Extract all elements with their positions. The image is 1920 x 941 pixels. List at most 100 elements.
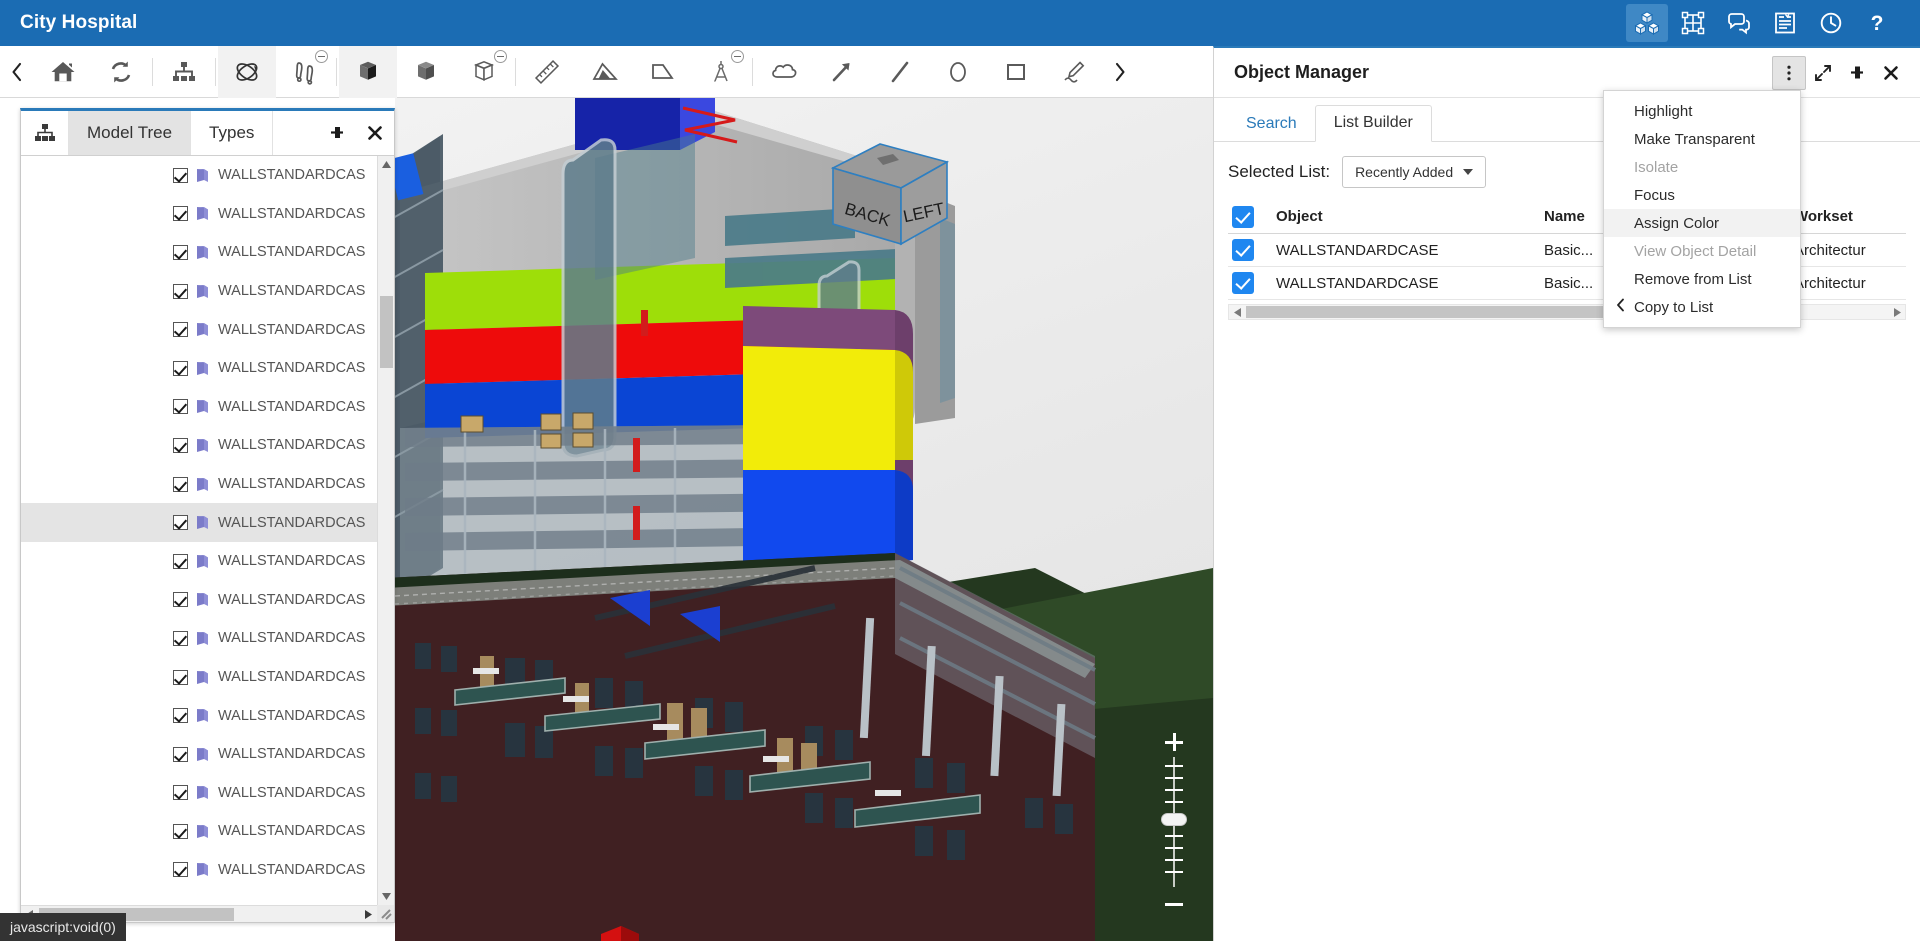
selected-list-dropdown[interactable]: Recently Added — [1342, 156, 1487, 188]
markup-selection-icon[interactable] — [1672, 4, 1714, 42]
tree-item-checkbox[interactable] — [173, 862, 188, 878]
zoom-out-icon[interactable] — [1165, 895, 1183, 913]
tree-item[interactable]: WALLSTANDARDCAS — [21, 388, 377, 427]
cloud-markup-icon[interactable] — [755, 46, 813, 98]
tree-item[interactable]: WALLSTANDARDCAS — [21, 195, 377, 234]
tree-item-checkbox[interactable] — [173, 167, 188, 183]
tree-item-checkbox[interactable] — [173, 708, 188, 724]
kebab-menu-icon[interactable] — [1772, 55, 1806, 90]
tree-item-checkbox[interactable] — [173, 592, 188, 608]
menu-item-focus[interactable]: Focus — [1604, 181, 1800, 209]
tree-item[interactable]: WALLSTANDARDCAS — [21, 735, 377, 774]
tree-item-checkbox[interactable] — [173, 322, 188, 338]
tree-item[interactable]: WALLSTANDARDCAS — [21, 542, 377, 581]
row-checkbox[interactable] — [1232, 272, 1254, 294]
tree-item-checkbox[interactable] — [173, 823, 188, 839]
expand-diagonal-icon[interactable] — [1806, 56, 1840, 90]
tab-list-builder[interactable]: List Builder — [1314, 105, 1432, 142]
tree-item-checkbox[interactable] — [173, 785, 188, 801]
arrow-markup-icon[interactable] — [813, 46, 871, 98]
help-question-icon[interactable]: ? — [1856, 4, 1898, 42]
rectangle-markup-icon[interactable] — [987, 46, 1045, 98]
measure-ruler-icon[interactable] — [518, 46, 576, 98]
tree-item-checkbox[interactable] — [173, 669, 188, 685]
scroll-right-icon[interactable] — [360, 906, 377, 922]
scroll-right-icon[interactable] — [1889, 305, 1905, 319]
menu-item-copy-to-list[interactable]: Copy to List — [1604, 293, 1800, 321]
tree-item[interactable]: WALLSTANDARDCAS — [21, 156, 377, 195]
tree-item[interactable]: WALLSTANDARDCAS — [21, 696, 377, 735]
table-row[interactable]: WALLSTANDARDCASE Basic... ... Architectu… — [1228, 267, 1906, 300]
tree-item[interactable]: WALLSTANDARDCAS — [21, 619, 377, 658]
scroll-left-icon[interactable] — [1229, 305, 1245, 319]
menu-item-remove-from-list[interactable]: Remove from List — [1604, 265, 1800, 293]
model-tree-icon[interactable] — [155, 46, 213, 98]
tree-item[interactable]: WALLSTANDARDCAS — [21, 812, 377, 851]
tree-item[interactable]: WALLSTANDARDCAS — [21, 233, 377, 272]
table-horizontal-scrollbar[interactable] — [1228, 304, 1906, 320]
tree-item[interactable]: WALLSTANDARDCAS — [21, 851, 377, 890]
tab-model-tree[interactable]: Model Tree — [69, 111, 192, 155]
menu-item-highlight[interactable]: Highlight — [1604, 97, 1800, 125]
scroll-up-icon[interactable] — [378, 156, 394, 173]
tree-item-checkbox[interactable] — [173, 206, 188, 222]
tree-item-checkbox[interactable] — [173, 360, 188, 376]
pin-icon[interactable] — [318, 111, 356, 155]
tab-search[interactable]: Search — [1228, 107, 1315, 142]
history-clock-icon[interactable] — [1810, 4, 1852, 42]
zoom-in-icon[interactable] — [1165, 733, 1183, 751]
tree-item[interactable]: WALLSTANDARDCAS — [21, 272, 377, 311]
solid-cube-icon[interactable] — [339, 45, 397, 98]
zoom-slider-thumb[interactable] — [1161, 813, 1187, 826]
reports-clipboard-icon[interactable] — [1764, 4, 1806, 42]
collapse-left-chevron-icon[interactable] — [0, 46, 34, 98]
tree-item-checkbox[interactable] — [173, 399, 188, 415]
tree-item[interactable]: WALLSTANDARDCAS — [21, 349, 377, 388]
3d-viewport[interactable]: BACK LEFT — [395, 98, 1213, 941]
tree-item[interactable]: WALLSTANDARDCAS — [21, 465, 377, 504]
tree-item-checkbox[interactable] — [173, 283, 188, 299]
table-hscroll-thumb[interactable] — [1246, 306, 1636, 318]
tree-item-checkbox[interactable] — [173, 515, 188, 531]
measure-angle-icon[interactable] — [576, 46, 634, 98]
tree-item[interactable]: WALLSTANDARDCAS — [21, 310, 377, 349]
walk-icon[interactable] — [276, 46, 334, 98]
table-row[interactable]: WALLSTANDARDCASE Basic... ... Architectu… — [1228, 234, 1906, 267]
tree-item[interactable]: WALLSTANDARDCAS — [21, 658, 377, 697]
close-icon[interactable] — [1874, 56, 1908, 90]
orbit-icon[interactable] — [218, 45, 276, 98]
compass-icon[interactable] — [692, 46, 750, 98]
model-tree-list[interactable]: WALLSTANDARDCAS WALLSTANDARDCAS WALLSTANDA… — [21, 156, 377, 922]
ellipse-markup-icon[interactable] — [929, 46, 987, 98]
tree-item[interactable]: WALLSTANDARDCAS — [21, 426, 377, 465]
tab-types[interactable]: Types — [191, 111, 274, 155]
tree-item-checkbox[interactable] — [173, 476, 188, 492]
menu-item-make-transparent[interactable]: Make Transparent — [1604, 125, 1800, 153]
tree-item-checkbox[interactable] — [173, 630, 188, 646]
row-checkbox[interactable] — [1232, 239, 1254, 261]
menu-item-assign-color[interactable]: Assign Color — [1604, 209, 1800, 237]
zoom-slider-control[interactable] — [1157, 733, 1191, 913]
objects-cubes-icon[interactable] — [1626, 4, 1668, 42]
tree-item-checkbox[interactable] — [173, 746, 188, 762]
select-all-checkbox[interactable] — [1232, 205, 1254, 228]
tree-scroll-thumb[interactable] — [380, 296, 393, 368]
tree-item-checkbox[interactable] — [173, 553, 188, 569]
tree-item-checkbox[interactable] — [173, 244, 188, 260]
tree-item-checkbox[interactable] — [173, 437, 188, 453]
shaded-cube-icon[interactable] — [397, 46, 455, 98]
expand-right-chevron-icon[interactable] — [1103, 46, 1137, 98]
tree-vertical-scrollbar[interactable] — [377, 156, 394, 905]
tree-item[interactable]: WALLSTANDARDCAS — [21, 503, 377, 542]
scroll-down-icon[interactable] — [378, 888, 394, 905]
view-cube[interactable]: BACK LEFT — [825, 140, 955, 257]
measure-area-icon[interactable] — [634, 46, 692, 98]
pin-icon[interactable] — [1840, 56, 1874, 90]
line-markup-icon[interactable] — [871, 46, 929, 98]
tree-item[interactable]: WALLSTANDARDCAS — [21, 774, 377, 813]
comments-icon[interactable] — [1718, 4, 1760, 42]
wireframe-cube-icon[interactable] — [455, 46, 513, 98]
freehand-pen-icon[interactable] — [1045, 46, 1103, 98]
home-icon[interactable] — [34, 46, 92, 98]
close-icon[interactable] — [356, 111, 394, 155]
